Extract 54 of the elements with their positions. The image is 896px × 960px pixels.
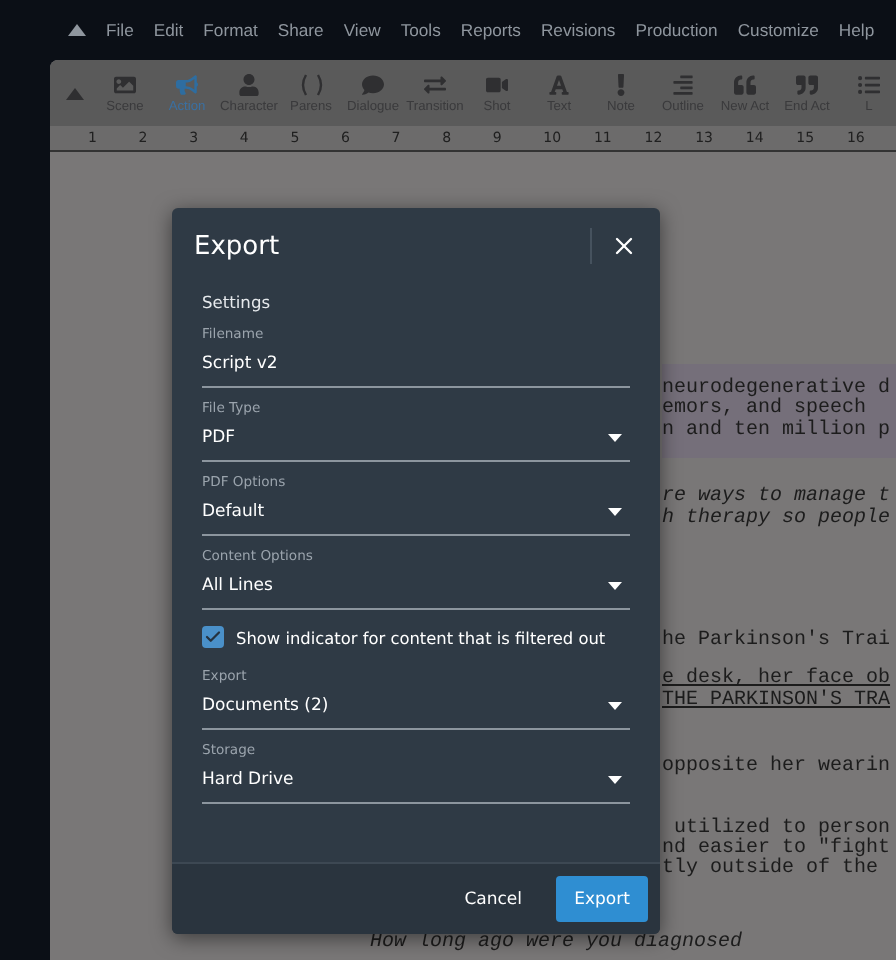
caret-icon: [608, 776, 622, 784]
menu-item[interactable]: Share: [277, 20, 324, 40]
cancel-button[interactable]: Cancel: [452, 877, 534, 921]
menu-item[interactable]: Edit: [153, 20, 184, 40]
menu-item[interactable]: Revisions: [540, 20, 616, 40]
list-icon: [858, 73, 880, 95]
script-line: THE PARKINSON'S TRA: [662, 691, 893, 713]
script-line: utilized to person: [674, 819, 893, 840]
section-title: Settings: [202, 292, 273, 312]
letter-icon: [548, 73, 570, 95]
caret-icon: [608, 434, 622, 442]
check-icon: [204, 628, 222, 646]
select-field[interactable]: All Lines: [202, 564, 630, 610]
open-quote-icon: [734, 73, 756, 95]
script-line: nd easier to "fight: [662, 840, 893, 861]
collapse-icon[interactable]: [68, 24, 86, 36]
script-line: tly outside of the: [662, 860, 881, 882]
script-line: re ways to manage t: [662, 488, 893, 509]
menu-item[interactable]: Reports: [460, 20, 521, 40]
select-field[interactable]: Hard Drive: [202, 758, 630, 804]
menu-item[interactable]: Production: [635, 20, 718, 40]
menu-item[interactable]: Help: [838, 20, 875, 40]
menu-item[interactable]: File: [106, 20, 134, 40]
video-camera-icon: [486, 73, 508, 95]
menu-item[interactable]: Customize: [737, 20, 819, 40]
script-line: e desk, her face ob: [662, 670, 893, 691]
caret-icon: [608, 508, 622, 516]
dialog-title: Export: [194, 231, 282, 261]
picture-icon: [114, 73, 136, 95]
caret-icon: [608, 702, 622, 710]
arrows-icon: [424, 73, 446, 95]
select-field[interactable]: Default: [202, 490, 630, 536]
script-line: h therapy so people: [662, 509, 893, 531]
highlighted-text: neurodegenerative d emors, and speech n and ten million p: [662, 364, 896, 459]
script-line: How long ago were you diagnosed: [370, 932, 743, 954]
menu-item[interactable]: Format: [203, 20, 258, 40]
menu-item[interactable]: View: [343, 20, 381, 40]
speech-bubble-icon: [362, 73, 384, 95]
menu-item[interactable]: Tools: [400, 20, 441, 40]
filename-field[interactable]: Script v2: [202, 342, 630, 388]
select-field[interactable]: PDF: [202, 416, 630, 462]
close-icon: [610, 232, 638, 260]
script-line: he Parkinson's Trai: [662, 632, 893, 653]
person-icon: [238, 73, 260, 95]
export-button[interactable]: Export: [556, 876, 648, 922]
checkbox[interactable]: [202, 626, 224, 648]
parentheses-icon: [299, 73, 323, 95]
script-line: opposite her wearin: [662, 758, 893, 780]
close-quote-icon: [796, 73, 818, 95]
select-field[interactable]: Documents (2): [202, 684, 630, 730]
checkbox-label: Show indicator for content that is filtered out: [236, 627, 606, 647]
megaphone-icon: [176, 73, 198, 95]
lines-icon: [672, 73, 694, 95]
caret-icon: [608, 582, 622, 590]
